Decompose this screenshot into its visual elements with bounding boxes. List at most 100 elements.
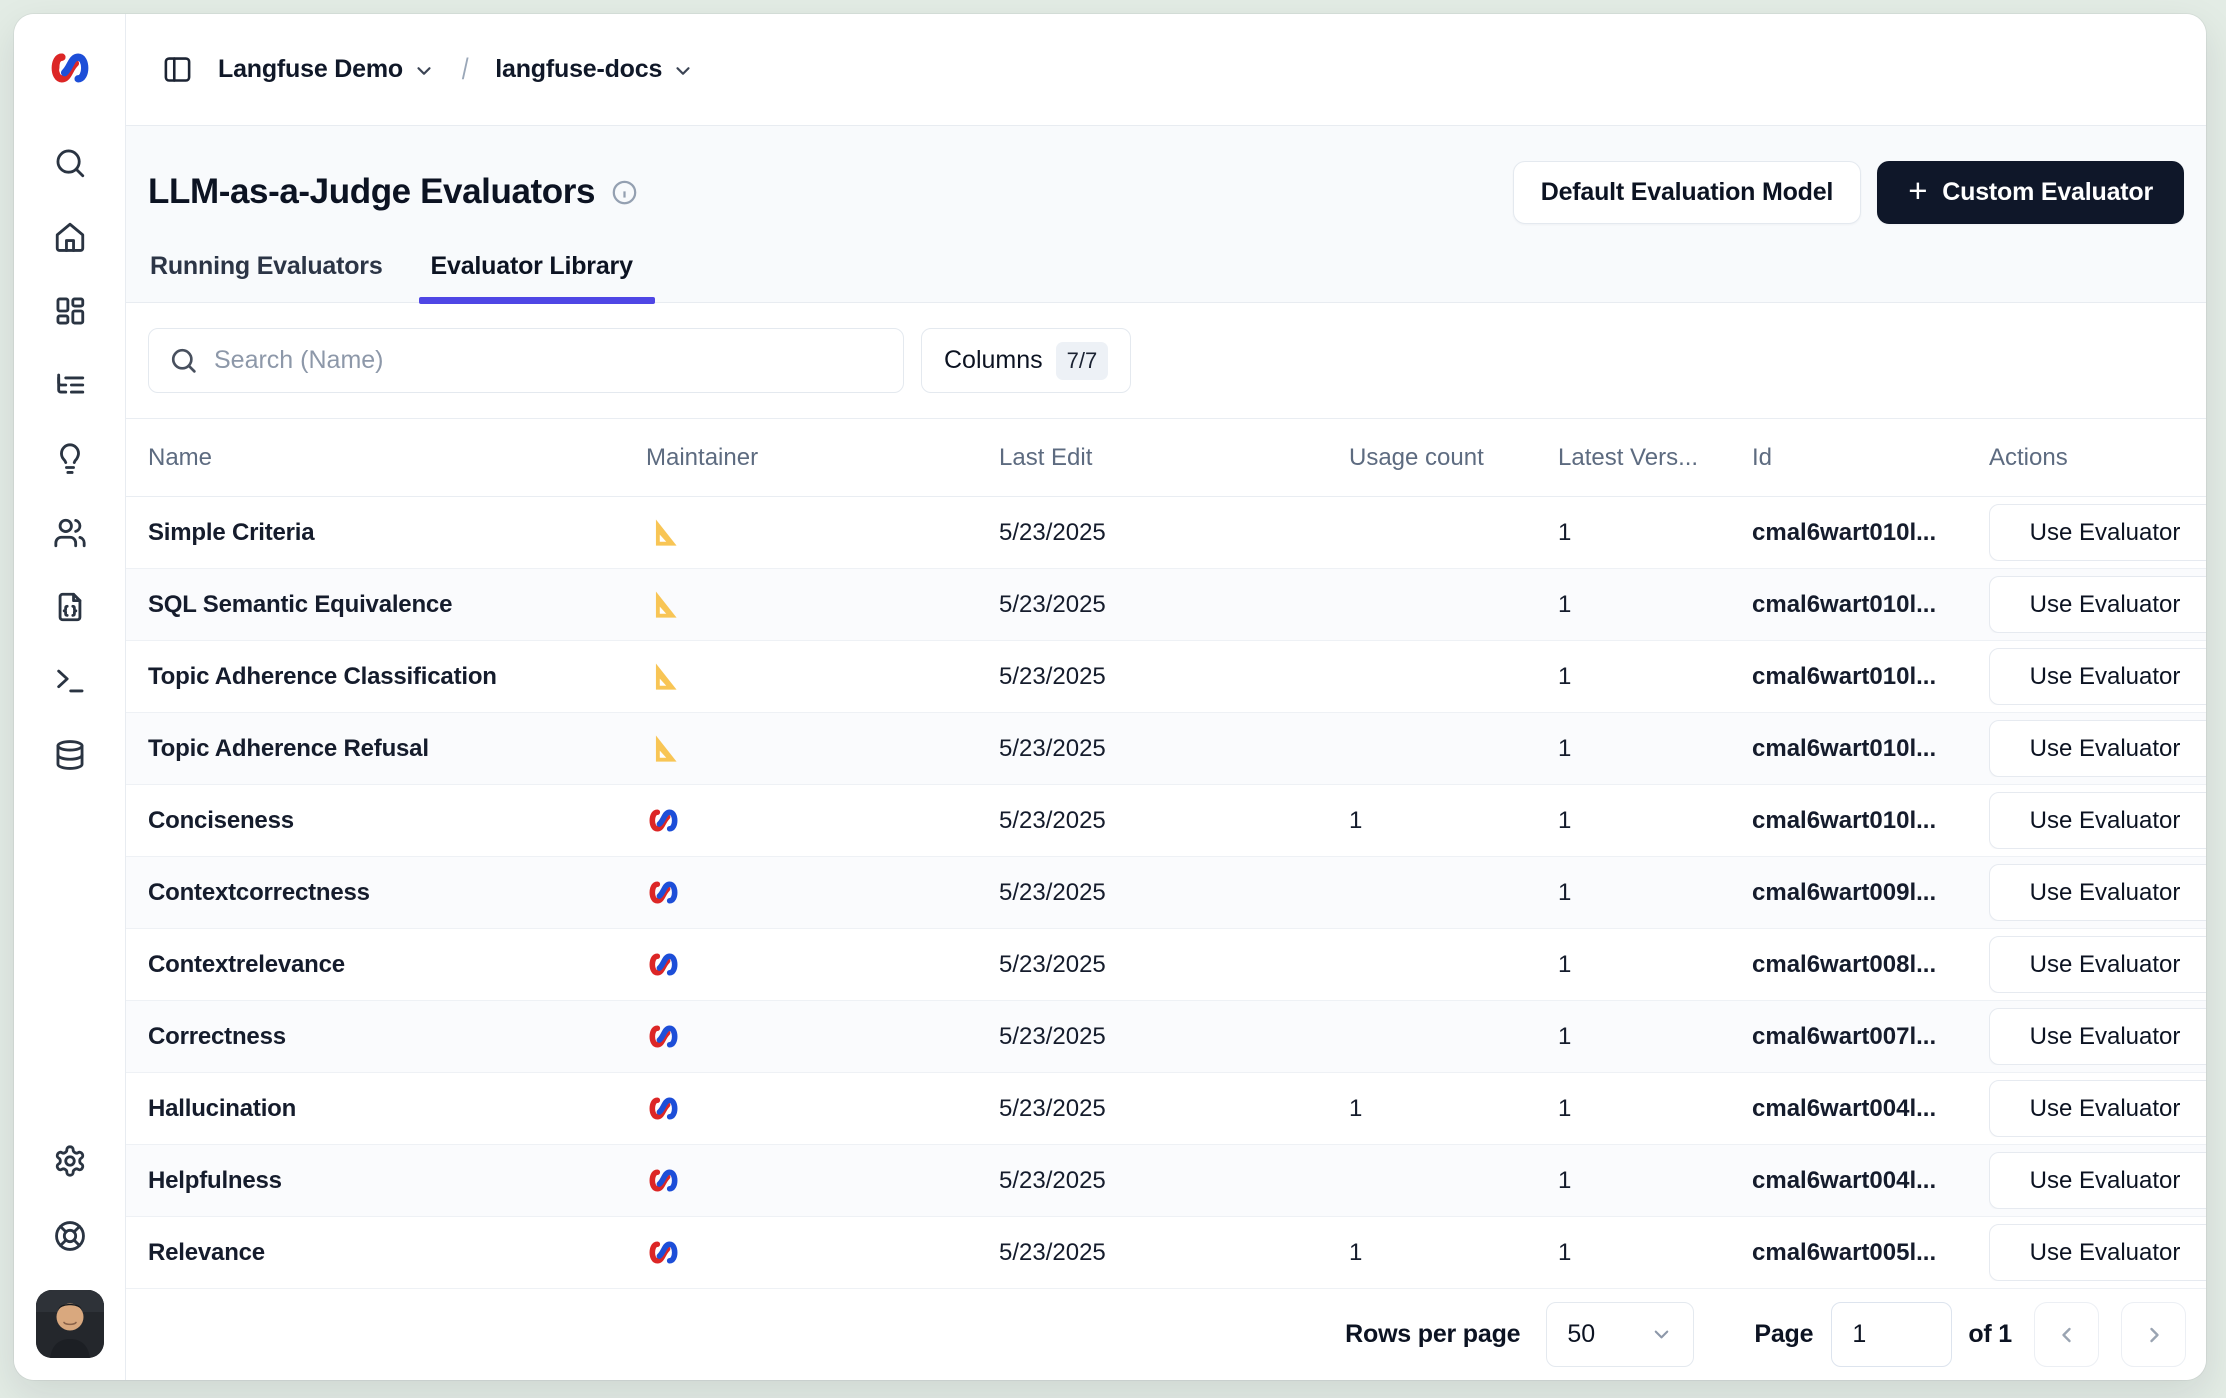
use-evaluator-button[interactable]: Use Evaluator [1989,936,2206,993]
use-evaluator-button[interactable]: Use Evaluator [1989,1152,2206,1209]
terminal-icon [53,664,87,698]
table-row[interactable]: Hallucination5/23/202511cmal6wart004l...… [126,1073,2206,1145]
langfuse-icon [646,876,999,909]
lightbulb-icon [53,442,87,476]
users-icon [53,516,87,550]
sidebar-item-dashboards[interactable] [49,290,91,331]
rows-per-page-select[interactable]: 50 [1546,1302,1694,1367]
table-row[interactable]: SQL Semantic Equivalence5/23/20251cmal6w… [126,569,2206,641]
column-header-id: Id [1752,444,1989,472]
last-edit-date: 5/23/2025 [999,1239,1349,1267]
custom-evaluator-button[interactable]: + Custom Evaluator [1877,161,2184,224]
table-row[interactable]: Relevance5/23/202511cmal6wart005l...Use … [126,1217,2206,1288]
sidebar-item-home[interactable] [49,216,91,257]
last-edit-date: 5/23/2025 [999,807,1349,835]
columns-button[interactable]: Columns 7/7 [921,328,1131,393]
page-title: LLM-as-a-Judge Evaluators [148,172,595,212]
org-selector[interactable]: Langfuse Demo [218,55,435,84]
sidebar-item-search[interactable] [49,142,91,183]
rows-per-page-value: 50 [1567,1320,1595,1349]
latest-version: 1 [1558,663,1752,691]
use-evaluator-button[interactable]: Use Evaluator [1989,864,2206,921]
use-evaluator-button[interactable]: Use Evaluator [1989,792,2206,849]
project-name: langfuse-docs [495,55,662,84]
sidebar-item-prompts[interactable] [49,586,91,627]
columns-label: Columns [944,346,1043,375]
gear-icon [53,1144,87,1178]
sidebar-item-users[interactable] [49,512,91,553]
latest-version: 1 [1558,1167,1752,1195]
last-edit-date: 5/23/2025 [999,1095,1349,1123]
evaluator-name: Hallucination [126,1095,646,1123]
page-header: LLM-as-a-Judge Evaluators Default Evalua… [126,126,2206,303]
actions-cell: Use Evaluator [1989,864,2206,921]
sidebar-item-support[interactable] [49,1215,91,1256]
sidebar-toggle-icon[interactable] [156,49,198,91]
maintainer-cell [646,660,999,693]
actions-cell: Use Evaluator [1989,720,2206,777]
default-evaluation-model-button[interactable]: Default Evaluation Model [1513,161,1861,224]
tab-running-evaluators[interactable]: Running Evaluators [150,252,383,302]
ragas-icon [646,516,999,549]
use-evaluator-button[interactable]: Use Evaluator [1989,504,2206,561]
use-evaluator-button[interactable]: Use Evaluator [1989,1224,2206,1281]
previous-page-button[interactable] [2034,1302,2099,1367]
last-edit-date: 5/23/2025 [999,879,1349,907]
use-evaluator-button[interactable]: Use Evaluator [1989,1008,2206,1065]
use-evaluator-button[interactable]: Use Evaluator [1989,1080,2206,1137]
sidebar-item-datasets[interactable] [49,734,91,775]
table-row[interactable]: Contextrelevance5/23/20251cmal6wart008l.… [126,929,2206,1001]
page-of-label: of 1 [1968,1320,2012,1349]
latest-version: 1 [1558,951,1752,979]
evaluator-id: cmal6wart004l... [1752,1095,1989,1123]
page-number-input[interactable] [1831,1302,1952,1367]
evaluator-id: cmal6wart008l... [1752,951,1989,979]
table-toolbar: Columns 7/7 [148,328,2184,393]
latest-version: 1 [1558,879,1752,907]
table-row[interactable]: Contextcorrectness5/23/20251cmal6wart009… [126,857,2206,929]
table-row[interactable]: Conciseness5/23/202511cmal6wart010l...Us… [126,785,2206,857]
sidebar-item-playground[interactable] [49,660,91,701]
table-row[interactable]: Topic Adherence Refusal5/23/20251cmal6wa… [126,713,2206,785]
column-header-maintainer: Maintainer [646,444,999,472]
next-page-button[interactable] [2121,1302,2186,1367]
sidebar-item-evaluation[interactable] [49,438,91,479]
langfuse-icon [646,948,999,981]
column-header-lastedit: Last Edit [999,444,1349,472]
maintainer-cell [646,1236,999,1269]
user-avatar[interactable] [36,1290,104,1358]
table-row[interactable]: Helpfulness5/23/20251cmal6wart004l...Use… [126,1145,2206,1217]
table-row[interactable]: Topic Adherence Classification5/23/20251… [126,641,2206,713]
maintainer-cell [646,1092,999,1125]
search-icon [53,146,87,180]
table-row[interactable]: Correctness5/23/20251cmal6wart007l...Use… [126,1001,2206,1073]
list-tree-icon [53,368,87,402]
tab-bar: Running Evaluators Evaluator Library [148,252,2184,302]
use-evaluator-button[interactable]: Use Evaluator [1989,648,2206,705]
maintainer-cell [646,876,999,909]
table-header-row: NameMaintainerLast EditUsage countLatest… [126,418,2206,497]
table-row[interactable]: Simple Criteria5/23/20251cmal6wart010l..… [126,497,2206,569]
last-edit-date: 5/23/2025 [999,591,1349,619]
tab-evaluator-library[interactable]: Evaluator Library [431,252,633,302]
column-header-usage: Usage count [1349,444,1558,472]
sidebar-item-tracing[interactable] [49,364,91,405]
desktop-background: Langfuse Demo / langfuse-docs LLM-as-a-J… [0,0,2226,1398]
evaluator-id: cmal6wart010l... [1752,735,1989,763]
search-input[interactable] [214,346,883,375]
use-evaluator-button[interactable]: Use Evaluator [1989,720,2206,777]
sidebar [14,14,126,1380]
sidebar-item-settings[interactable] [49,1140,91,1181]
use-evaluator-button[interactable]: Use Evaluator [1989,576,2206,633]
evaluator-id: cmal6wart007l... [1752,1023,1989,1051]
evaluator-name: SQL Semantic Equivalence [126,591,646,619]
langfuse-logo-icon[interactable] [46,44,94,92]
project-selector[interactable]: langfuse-docs [495,55,694,84]
info-icon[interactable] [611,179,638,206]
app-window: Langfuse Demo / langfuse-docs LLM-as-a-J… [14,14,2206,1380]
database-icon [53,738,87,772]
langfuse-icon [646,1164,999,1197]
evaluator-id: cmal6wart010l... [1752,519,1989,547]
search-icon [169,346,198,375]
evaluator-name: Conciseness [126,807,646,835]
